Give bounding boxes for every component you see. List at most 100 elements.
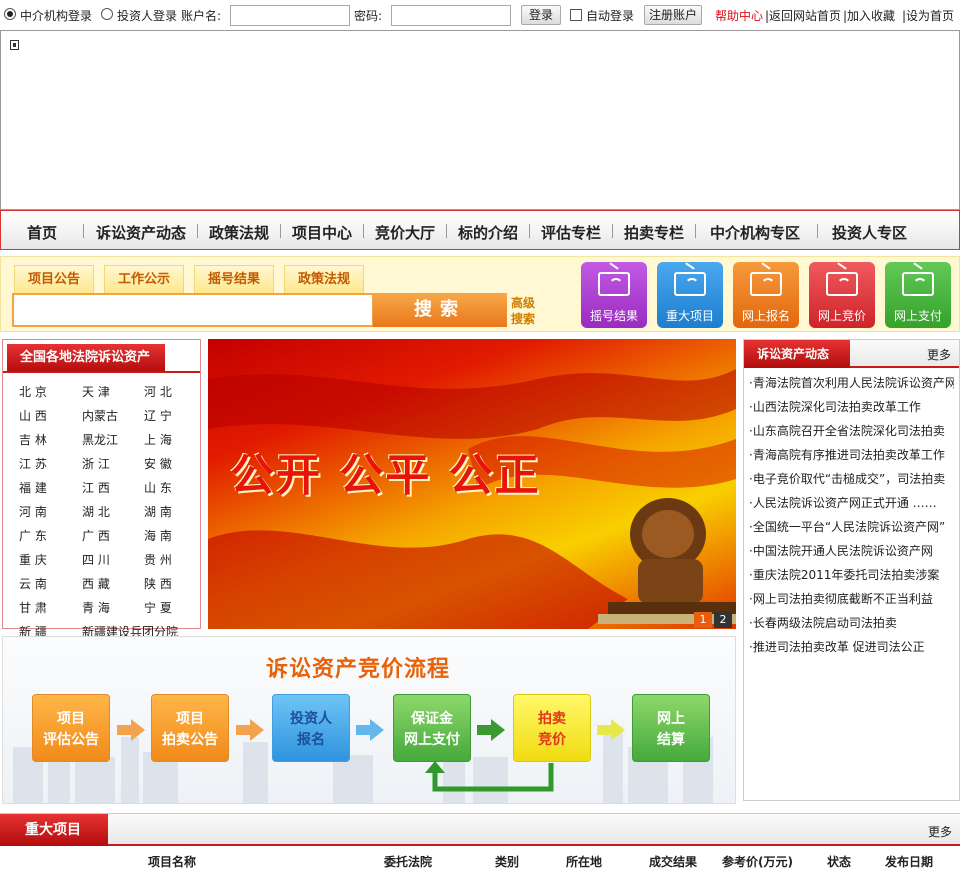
news-item[interactable]: ·推进司法拍卖改革 促进司法公正 — [749, 638, 954, 655]
news-item[interactable]: ·人民法院诉讼资产网正式开通 …… — [749, 494, 954, 511]
banner-page-2[interactable]: 2 — [714, 612, 732, 628]
step-appraisal-notice[interactable]: 项目 评估公告 — [32, 694, 110, 762]
major-projects-panel: 重大项目 更多 项目名称 委托法院 类别 所在地 成交结果 参考价(万元) 状态… — [0, 813, 960, 873]
nav-litigation-news[interactable]: 诉讼资产动态 — [96, 222, 186, 243]
news-item[interactable]: ·重庆法院2011年委托司法拍卖涉案 — [749, 566, 954, 583]
region-link[interactable]: 吉 林 — [19, 431, 47, 448]
nav-divider — [446, 224, 447, 238]
step-deposit-payment[interactable]: 保证金 网上支付 — [393, 694, 471, 762]
arrow-shaft — [597, 725, 611, 735]
region-link[interactable]: 陕 西 — [144, 575, 172, 592]
region-link[interactable]: 黑龙江 — [82, 431, 118, 448]
investor-login-label: 投资人登录 — [117, 9, 178, 23]
nav-divider — [817, 224, 818, 238]
region-link[interactable]: 云 南 — [19, 575, 47, 592]
nav-appraisal[interactable]: 评估专栏 — [541, 222, 601, 243]
region-link[interactable]: 江 西 — [82, 479, 110, 496]
region-link[interactable]: 青 海 — [82, 599, 110, 616]
quick-online-bidding[interactable]: 网上竞价 — [809, 262, 875, 328]
help-center-link[interactable]: 帮助中心 — [715, 7, 763, 24]
region-link[interactable]: 江 苏 — [19, 455, 47, 472]
region-link[interactable]: 西 藏 — [82, 575, 110, 592]
news-item[interactable]: ·中国法院开通人民法院诉讼资产网 — [749, 542, 954, 559]
region-link[interactable]: 河 南 — [19, 503, 47, 520]
search-button[interactable]: 搜索 — [373, 293, 507, 327]
nav-subject-intro[interactable]: 标的介绍 — [458, 222, 518, 243]
hero-banner[interactable]: 公开 公平 公正 1 2 — [208, 339, 736, 629]
region-link[interactable]: 湖 北 — [82, 503, 110, 520]
region-link[interactable]: 山 西 — [19, 407, 47, 424]
search-tab-lottery[interactable]: 摇号结果 — [194, 265, 274, 293]
step-auction-bidding[interactable]: 拍卖 竞价 — [513, 694, 591, 762]
region-link[interactable]: 山 东 — [144, 479, 172, 496]
region-link[interactable]: 宁 夏 — [144, 599, 172, 616]
add-favorite-link[interactable]: |加入收藏 — [843, 7, 895, 24]
news-item[interactable]: ·青海法院首次利用人民法院诉讼资产网 — [749, 374, 954, 391]
search-tab-policy[interactable]: 政策法规 — [284, 265, 364, 293]
nav-divider — [197, 224, 198, 238]
main-nav: 首页 诉讼资产动态 政策法规 项目中心 竞价大厅 标的介绍 评估专栏 拍卖专栏 … — [0, 210, 960, 250]
search-tab-project-notice[interactable]: 项目公告 — [14, 265, 94, 293]
news-item[interactable]: ·山西法院深化司法拍卖改革工作 — [749, 398, 954, 415]
region-link[interactable]: 内蒙古 — [82, 407, 118, 424]
agency-login-radio[interactable] — [4, 8, 16, 20]
news-more-link[interactable]: 更多 — [927, 346, 951, 363]
news-item[interactable]: ·青海高院有序推进司法拍卖改革工作 — [749, 446, 954, 463]
news-item[interactable]: ·全国统一平台“人民法院诉讼资产网” — [749, 518, 954, 535]
region-link[interactable]: 四 川 — [82, 551, 110, 568]
banner-page-1[interactable]: 1 — [694, 612, 712, 628]
news-item[interactable]: ·网上司法拍卖彻底截断不正当利益 — [749, 590, 954, 607]
region-link[interactable]: 广 东 — [19, 527, 47, 544]
nav-project-center[interactable]: 项目中心 — [292, 222, 352, 243]
region-link[interactable]: 安 徽 — [144, 455, 172, 472]
col-project-name: 项目名称 — [148, 855, 197, 869]
news-item[interactable]: ·电子竞价取代“击槌成交”，司法拍卖 — [749, 470, 954, 487]
region-link[interactable]: 甘 肃 — [19, 599, 47, 616]
auto-login-checkbox[interactable] — [570, 9, 582, 21]
region-link[interactable]: 广 西 — [82, 527, 110, 544]
advanced-search-link[interactable]: 高级搜索 — [511, 295, 539, 327]
investor-login-radio[interactable] — [101, 8, 113, 20]
quick-major-projects[interactable]: 重大项目 — [657, 262, 723, 328]
search-input[interactable] — [12, 293, 374, 327]
region-link[interactable]: 天 津 — [82, 383, 110, 400]
step-online-settlement[interactable]: 网上 结算 — [632, 694, 710, 762]
quick-online-payment[interactable]: 网上支付 — [885, 262, 951, 328]
nav-agency-zone[interactable]: 中介机构专区 — [710, 222, 800, 243]
arrow-shaft — [236, 725, 250, 735]
register-button[interactable]: 注册账户 — [644, 5, 702, 25]
password-input[interactable] — [391, 5, 511, 26]
news-item[interactable]: ·山东高院召开全省法院深化司法拍卖 — [749, 422, 954, 439]
nav-home[interactable]: 首页 — [27, 222, 57, 243]
region-link[interactable]: 北 京 — [19, 383, 47, 400]
set-homepage-link[interactable]: |设为首页 — [902, 7, 954, 24]
quick-lottery-results[interactable]: 摇号结果 — [581, 262, 647, 328]
search-tab-work-notice[interactable]: 工作公示 — [104, 265, 184, 293]
arrow-right-icon — [250, 719, 264, 741]
account-input[interactable] — [230, 5, 350, 26]
region-link[interactable]: 上 海 — [144, 431, 172, 448]
region-link[interactable]: 河 北 — [144, 383, 172, 400]
arrow-right-icon — [611, 719, 625, 741]
region-link[interactable]: 海 南 — [144, 527, 172, 544]
step-auction-notice[interactable]: 项目 拍卖公告 — [151, 694, 229, 762]
back-home-link[interactable]: |返回网站首页 — [765, 7, 841, 24]
region-link[interactable]: 重 庆 — [19, 551, 47, 568]
region-link[interactable]: 福 建 — [19, 479, 47, 496]
nav-investor-zone[interactable]: 投资人专区 — [832, 222, 907, 243]
news-item[interactable]: ·长春两级法院启动司法拍卖 — [749, 614, 954, 631]
region-link[interactable]: 浙 江 — [82, 455, 110, 472]
quick-online-registration[interactable]: 网上报名 — [733, 262, 799, 328]
major-projects-more-link[interactable]: 更多 — [928, 823, 952, 840]
step-investor-registration[interactable]: 投资人 报名 — [272, 694, 350, 762]
login-button[interactable]: 登录 — [521, 5, 561, 25]
plugin-placeholder-icon — [10, 40, 19, 50]
nav-bidding-hall[interactable]: 竞价大厅 — [375, 222, 435, 243]
litigation-news-panel: 诉讼资产动态 更多 ·青海法院首次利用人民法院诉讼资产网 ·山西法院深化司法拍卖改… — [743, 339, 960, 801]
region-link[interactable]: 辽 宁 — [144, 407, 172, 424]
nav-policy[interactable]: 政策法规 — [209, 222, 269, 243]
region-link[interactable]: 湖 南 — [144, 503, 172, 520]
region-link[interactable]: 贵 州 — [144, 551, 172, 568]
nav-auction[interactable]: 拍卖专栏 — [624, 222, 684, 243]
lion-statue-icon — [598, 498, 736, 624]
